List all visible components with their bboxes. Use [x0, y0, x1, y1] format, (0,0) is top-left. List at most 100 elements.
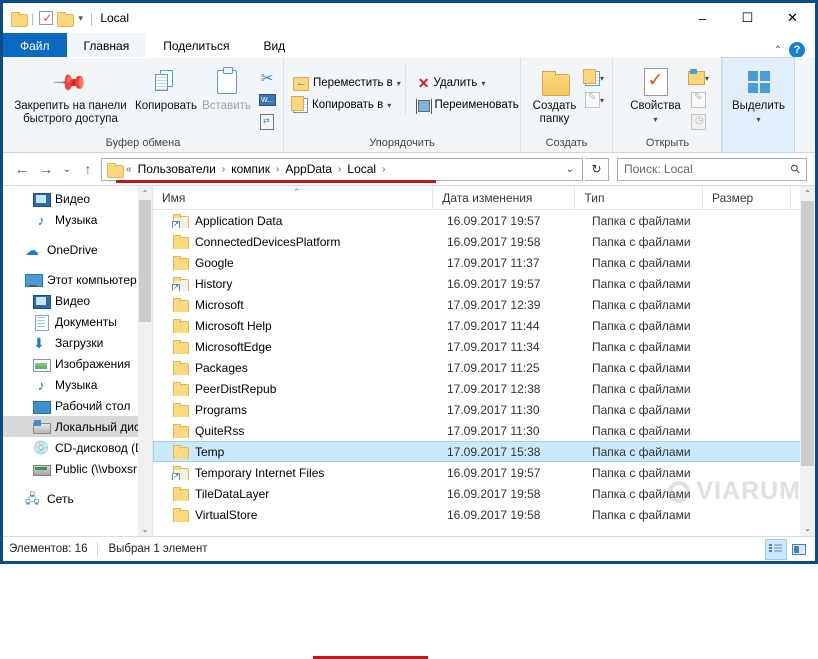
- file-name-cell: ↗Application Data: [153, 214, 438, 228]
- table-row[interactable]: Microsoft17.09.2017 12:39Папка с файлами: [153, 294, 815, 315]
- pin-to-quick-access-button[interactable]: 📌 Закрепить на панели быстрого доступа: [8, 64, 133, 126]
- qat-divider-2: |: [89, 11, 94, 26]
- table-row[interactable]: ↗Temporary Internet Files16.09.2017 19:5…: [153, 462, 815, 483]
- breadcrumb[interactable]: « Пользователи › компик › AppData › Loca…: [101, 158, 583, 181]
- tab-home[interactable]: Главная: [67, 33, 147, 58]
- easy-access-button[interactable]: ▾: [584, 90, 606, 110]
- chevron-down-icon[interactable]: ⌄: [562, 164, 578, 175]
- table-row[interactable]: VirtualStore16.09.2017 19:58Папка с файл…: [153, 504, 815, 525]
- breadcrumb-overflow[interactable]: «: [126, 164, 132, 175]
- back-arrow-icon[interactable]: ←: [11, 158, 33, 180]
- column-header-name[interactable]: ⌃ Имя: [153, 186, 432, 210]
- open-with-button[interactable]: ▾: [688, 68, 710, 88]
- minimize-button[interactable]: –: [680, 3, 725, 33]
- breadcrumb-item-kompik[interactable]: компик: [227, 161, 274, 177]
- sidebar-item-network[interactable]: 🖧Сеть: [3, 488, 152, 509]
- tab-file[interactable]: Файл: [3, 33, 67, 58]
- table-row[interactable]: MicrosoftEdge17.09.2017 11:34Папка с фай…: [153, 336, 815, 357]
- chevron-up-icon[interactable]: ⌃: [774, 45, 782, 56]
- select-button[interactable]: Выделить ▾: [728, 64, 790, 126]
- tab-share[interactable]: Поделиться: [146, 33, 246, 58]
- copy-to-icon: [293, 98, 308, 113]
- nav-scrollbar-thumb[interactable]: [139, 200, 151, 322]
- delete-button[interactable]: ✕ Удалить ▾: [414, 74, 523, 93]
- details-view-icon[interactable]: [766, 540, 786, 559]
- forward-arrow-icon[interactable]: →: [35, 158, 57, 180]
- table-row[interactable]: PeerDistRepub17.09.2017 12:38Папка с фай…: [153, 378, 815, 399]
- maximize-button[interactable]: ☐: [725, 3, 770, 33]
- history-button[interactable]: [688, 112, 710, 132]
- breadcrumb-item-local[interactable]: Local: [343, 161, 380, 177]
- table-row[interactable]: ↗Application Data16.09.2017 19:57Папка с…: [153, 210, 815, 231]
- magnifier-icon[interactable]: ⚲: [788, 161, 804, 177]
- column-headers: ⌃ Имя Дата изменения Тип Размер: [153, 186, 815, 210]
- sidebar-item-video[interactable]: Видео: [3, 290, 152, 311]
- ribbon-tabs: Файл Главная Поделиться Вид ⌃ ?: [3, 33, 815, 58]
- breadcrumb-item-users[interactable]: Пользователи: [134, 161, 220, 177]
- sidebar-item-pictures[interactable]: Изображения: [3, 353, 152, 374]
- paste-shortcut-button[interactable]: [256, 112, 278, 132]
- column-header-size-label: Размер: [712, 191, 753, 205]
- table-row[interactable]: ConnectedDevicesPlatform16.09.2017 19:58…: [153, 231, 815, 252]
- properties-check-icon[interactable]: ✓: [39, 11, 53, 25]
- table-row[interactable]: Programs17.09.2017 11:30Папка с файлами: [153, 399, 815, 420]
- new-folder-button[interactable]: Создать папку: [528, 64, 582, 126]
- table-row[interactable]: Google17.09.2017 11:37Папка с файлами: [153, 252, 815, 273]
- paste-button[interactable]: Вставить: [199, 64, 254, 113]
- table-row[interactable]: ↗History16.09.2017 19:57Папка с файлами: [153, 273, 815, 294]
- close-button[interactable]: ✕: [770, 3, 815, 33]
- file-name-label: Temporary Internet Files: [195, 466, 324, 480]
- file-type-cell: Папка с файлами: [583, 361, 713, 375]
- sidebar-item-documents[interactable]: Документы: [3, 311, 152, 332]
- cut-button[interactable]: ✂: [256, 68, 278, 88]
- column-header-date[interactable]: Дата изменения: [432, 186, 574, 210]
- sidebar-item-desktop[interactable]: Рабочий стол: [3, 395, 152, 416]
- chevron-down-icon[interactable]: ▾: [76, 13, 85, 24]
- up-arrow-icon[interactable]: ↑: [77, 158, 99, 180]
- edit-button[interactable]: [688, 90, 710, 110]
- new-folder-icon[interactable]: [57, 12, 72, 25]
- rename-button[interactable]: Переименовать: [414, 96, 523, 115]
- copy-button[interactable]: Копировать: [135, 64, 197, 113]
- file-date-cell: 17.09.2017 15:38: [438, 445, 583, 459]
- table-row[interactable]: QuiteRss17.09.2017 11:30Папка с файлами: [153, 420, 815, 441]
- large-icons-view-icon[interactable]: [789, 540, 809, 559]
- sidebar-item-cd-drive[interactable]: 💿CD-дисковод (D: [3, 437, 152, 458]
- chevron-down-icon[interactable]: ⌄: [138, 522, 152, 536]
- sidebar-item-local-disk[interactable]: Локальный дис: [3, 416, 152, 437]
- properties-button[interactable]: ✓ Свойства ▾: [626, 64, 686, 126]
- help-icon[interactable]: ?: [789, 42, 805, 58]
- tab-view[interactable]: Вид: [246, 33, 302, 58]
- recent-locations-icon[interactable]: ⌄: [59, 158, 75, 180]
- copy-path-button[interactable]: W...: [256, 90, 278, 110]
- column-header-size[interactable]: Размер: [702, 186, 790, 210]
- file-list-scrollbar-thumb[interactable]: [801, 201, 814, 466]
- new-item-button[interactable]: ▾: [584, 68, 606, 88]
- sidebar-item-video-qa[interactable]: Видео: [3, 188, 152, 209]
- open-small-commands: ▾: [688, 64, 710, 132]
- sidebar-item-public-share[interactable]: Public (\\vboxsr: [3, 458, 152, 479]
- table-row[interactable]: TileDataLayer16.09.2017 19:58Папка с фай…: [153, 483, 815, 504]
- chevron-down-icon[interactable]: ⌄: [800, 521, 815, 536]
- chevron-up-icon[interactable]: ⌃: [138, 186, 152, 200]
- chevron-up-icon[interactable]: ⌃: [800, 186, 815, 201]
- move-to-button[interactable]: Переместить в ▾: [289, 74, 405, 93]
- sidebar-item-music-qa[interactable]: ♪Музыка: [3, 209, 152, 230]
- sidebar-item-this-pc[interactable]: Этот компьютер: [3, 269, 152, 290]
- file-list-scrollbar[interactable]: ⌃ ⌄: [800, 186, 815, 536]
- table-row[interactable]: Packages17.09.2017 11:25Папка с файлами: [153, 357, 815, 378]
- ribbon: 📌 Закрепить на панели быстрого доступа К…: [3, 58, 815, 153]
- table-row[interactable]: Microsoft Help17.09.2017 11:44Папка с фа…: [153, 315, 815, 336]
- search-input[interactable]: Поиск: Local ⚲: [617, 158, 807, 181]
- refresh-icon[interactable]: ↻: [585, 158, 609, 181]
- table-row[interactable]: Temp17.09.2017 15:38Папка с файлами: [153, 441, 815, 462]
- nav-scrollbar[interactable]: ⌃ ⌄: [138, 186, 152, 536]
- breadcrumb-item-appdata[interactable]: AppData: [281, 161, 336, 177]
- folder-icon[interactable]: [11, 12, 26, 25]
- copy-to-button[interactable]: Копировать в ▾: [289, 96, 405, 115]
- sidebar-item-music[interactable]: ♪Музыка: [3, 374, 152, 395]
- column-header-type[interactable]: Тип: [574, 186, 702, 210]
- sidebar-item-onedrive[interactable]: ☁OneDrive: [3, 239, 152, 260]
- ribbon-group-open-title: Открыть: [613, 137, 722, 152]
- sidebar-item-downloads[interactable]: ⬇Загрузки: [3, 332, 152, 353]
